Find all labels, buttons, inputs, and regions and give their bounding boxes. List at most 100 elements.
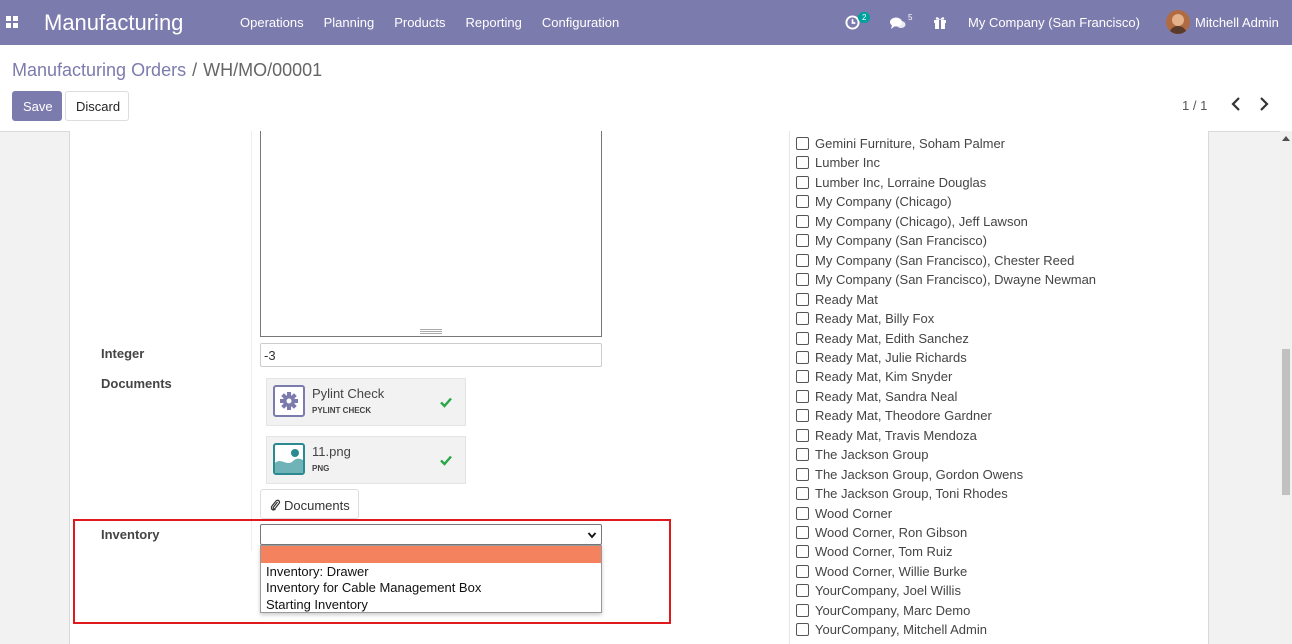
- partner-checkbox-row[interactable]: The Jackson Group: [796, 447, 1196, 466]
- partner-checkbox[interactable]: [796, 312, 809, 325]
- partner-checkbox-row[interactable]: Wood Corner: [796, 506, 1196, 525]
- partner-checkbox[interactable]: [796, 332, 809, 345]
- partner-checkbox-row[interactable]: My Company (San Francisco), Dwayne Newma…: [796, 272, 1196, 291]
- partner-checkbox-row[interactable]: Ready Mat, Kim Snyder: [796, 369, 1196, 388]
- chevron-left-icon[interactable]: [1229, 96, 1243, 112]
- partner-checkbox[interactable]: [796, 273, 809, 286]
- document-type: PYLINT CHECK: [312, 406, 372, 415]
- partner-checkbox[interactable]: [796, 448, 809, 461]
- partner-checkbox[interactable]: [796, 487, 809, 500]
- partner-checkbox[interactable]: [796, 545, 809, 558]
- breadcrumb-manufacturing-orders[interactable]: Manufacturing Orders: [12, 60, 186, 80]
- partner-checkbox[interactable]: [796, 370, 809, 383]
- text-area-field[interactable]: [260, 131, 602, 337]
- partner-checkbox-row[interactable]: Gemini Furniture, Soham Palmer: [796, 136, 1196, 155]
- partner-checkbox-row[interactable]: YourCompany, Marc Demo: [796, 603, 1196, 622]
- activity-count-badge: 2: [858, 12, 871, 23]
- partner-checkbox-row[interactable]: Wood Corner, Tom Ruiz: [796, 544, 1196, 563]
- partner-checkbox[interactable]: [796, 176, 809, 189]
- partner-checkbox[interactable]: [796, 507, 809, 520]
- partner-checkbox-row[interactable]: Ready Mat: [796, 292, 1196, 311]
- partner-checkbox-row[interactable]: Ready Mat, Sandra Neal: [796, 389, 1196, 408]
- company-switcher[interactable]: My Company (San Francisco): [968, 15, 1140, 30]
- partner-checkbox[interactable]: [796, 351, 809, 364]
- partner-checkbox-row[interactable]: Ready Mat, Travis Mendoza: [796, 428, 1196, 447]
- partner-checkbox-row[interactable]: My Company (San Francisco), Chester Reed: [796, 253, 1196, 272]
- partner-checkbox[interactable]: [796, 156, 809, 169]
- partner-checkbox[interactable]: [796, 526, 809, 539]
- check-icon: [440, 455, 452, 466]
- scrollbar-thumb[interactable]: [1282, 349, 1290, 495]
- partner-checkbox-row[interactable]: Ready Mat, Theodore Gardner: [796, 408, 1196, 427]
- partner-checkbox-row[interactable]: Ready Mat, Edith Sanchez: [796, 331, 1196, 350]
- partner-label: YourCompany, Mitchell Admin: [815, 622, 987, 637]
- menu-reporting[interactable]: Reporting: [466, 15, 522, 30]
- partner-checkbox[interactable]: [796, 468, 809, 481]
- partner-checkbox-row[interactable]: YourCompany, Mitchell Admin: [796, 622, 1196, 641]
- partner-checkbox[interactable]: [796, 604, 809, 617]
- messages-button[interactable]: 5: [890, 0, 918, 45]
- pager-value[interactable]: 1 / 1: [1182, 98, 1207, 113]
- discard-button[interactable]: Discard: [65, 91, 129, 121]
- scroll-up-arrow-icon[interactable]: [1282, 135, 1290, 141]
- integer-input[interactable]: -3: [260, 343, 602, 367]
- save-button[interactable]: Save: [12, 91, 62, 121]
- partner-checkbox[interactable]: [796, 429, 809, 442]
- partner-checkbox-row[interactable]: My Company (Chicago): [796, 194, 1196, 213]
- partner-checkbox[interactable]: [796, 195, 809, 208]
- resize-grip-icon[interactable]: [420, 329, 442, 335]
- partner-checkbox[interactable]: [796, 409, 809, 422]
- menu-operations[interactable]: Operations: [240, 15, 304, 30]
- partner-checkbox[interactable]: [796, 623, 809, 636]
- partner-checkbox[interactable]: [796, 137, 809, 150]
- inventory-select[interactable]: [260, 524, 602, 545]
- dropdown-option[interactable]: Inventory: Drawer: [261, 563, 601, 580]
- partner-checkbox-row[interactable]: Lumber Inc: [796, 155, 1196, 174]
- chevron-right-icon[interactable]: [1257, 96, 1271, 112]
- add-documents-button[interactable]: Documents: [260, 489, 359, 519]
- partner-checkbox-row[interactable]: Wood Corner, Ron Gibson: [796, 525, 1196, 544]
- partner-label: My Company (San Francisco), Dwayne Newma…: [815, 272, 1097, 287]
- apps-grid-icon[interactable]: [6, 16, 20, 30]
- partner-checkbox[interactable]: [796, 254, 809, 267]
- menu-planning[interactable]: Planning: [324, 15, 375, 30]
- avatar[interactable]: [1166, 10, 1190, 34]
- partner-label: Wood Corner: [815, 506, 893, 521]
- partner-checkbox-row[interactable]: My Company (San Francisco): [796, 233, 1196, 252]
- partner-checkbox[interactable]: [796, 215, 809, 228]
- app-title[interactable]: Manufacturing: [44, 10, 183, 36]
- partner-checkbox[interactable]: [796, 565, 809, 578]
- partner-checkbox-row[interactable]: YourCompany, Joel Willis: [796, 583, 1196, 602]
- partner-checkbox-row[interactable]: The Jackson Group, Toni Rhodes: [796, 486, 1196, 505]
- partner-checkbox-row[interactable]: The Jackson Group, Gordon Owens: [796, 467, 1196, 486]
- menu-products[interactable]: Products: [394, 15, 445, 30]
- partner-checkbox-row[interactable]: Wood Corner, Willie Burke: [796, 564, 1196, 583]
- partner-label: Wood Corner, Willie Burke: [815, 564, 968, 579]
- partner-checkbox-row[interactable]: Lumber Inc, Lorraine Douglas: [796, 175, 1196, 194]
- partner-checkbox-row[interactable]: My Company (Chicago), Jeff Lawson: [796, 214, 1196, 233]
- partner-label: YourCompany, Marc Demo: [815, 603, 971, 618]
- control-panel: Manufacturing Orders / WH/MO/00001 Save Di…: [0, 45, 1292, 132]
- partner-label: Lumber Inc, Lorraine Douglas: [815, 175, 987, 190]
- partner-label: My Company (Chicago), Jeff Lawson: [815, 214, 1028, 229]
- document-card-image[interactable]: 11.png PNG: [266, 436, 466, 484]
- document-card-pylint[interactable]: Pylint Check PYLINT CHECK: [266, 378, 466, 426]
- page-scrollbar[interactable]: [1280, 131, 1292, 644]
- user-menu[interactable]: Mitchell Admin: [1195, 15, 1279, 30]
- partner-checkbox[interactable]: [796, 390, 809, 403]
- partner-checkbox[interactable]: [796, 234, 809, 247]
- dropdown-option[interactable]: Starting Inventory: [261, 596, 601, 613]
- gift-button[interactable]: [933, 0, 949, 45]
- partner-checkbox[interactable]: [796, 293, 809, 306]
- dropdown-option-empty[interactable]: [261, 546, 601, 563]
- top-navbar: Manufacturing Operations Planning Produc…: [0, 0, 1292, 45]
- partner-checkbox-row[interactable]: Ready Mat, Julie Richards: [796, 350, 1196, 369]
- partner-checkbox[interactable]: [796, 584, 809, 597]
- paperclip-icon: [270, 499, 281, 511]
- breadcrumb: Manufacturing Orders / WH/MO/00001: [12, 60, 322, 81]
- dropdown-option[interactable]: Inventory for Cable Management Box: [261, 579, 601, 596]
- partner-checkbox-row[interactable]: Ready Mat, Billy Fox: [796, 311, 1196, 330]
- activity-button[interactable]: 2: [845, 0, 873, 45]
- menu-configuration[interactable]: Configuration: [542, 15, 619, 30]
- inventory-dropdown-list: Inventory: Drawer Inventory for Cable Ma…: [260, 545, 602, 613]
